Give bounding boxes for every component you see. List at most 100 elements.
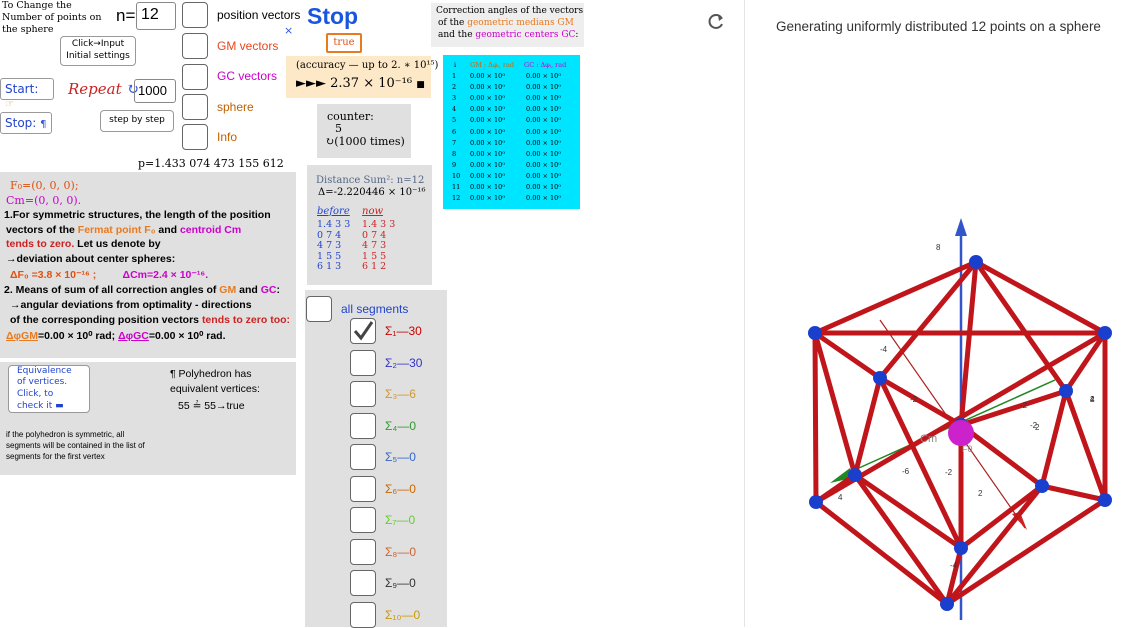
true-button[interactable]: true xyxy=(326,33,362,53)
distance-line2: Δ=-2.220446 × 10⁻¹⁶ xyxy=(318,187,426,198)
polyhedron-edge xyxy=(973,259,1069,394)
correction-title2: of the geometric medians GM xyxy=(438,18,574,28)
info-checkbox[interactable] xyxy=(182,124,208,150)
polyhedron-edge xyxy=(1039,483,1108,503)
now-row: 1.4 3 3 xyxy=(362,219,396,230)
position-vectors-checkbox[interactable] xyxy=(182,2,208,28)
polyhedron-vertex[interactable] xyxy=(808,326,822,340)
info-line1: 1.For symmetric structures, the length o… xyxy=(4,209,271,221)
stop-title[interactable]: Stop xyxy=(307,3,358,30)
polyhedron-edge xyxy=(944,497,1108,607)
segment-checkbox[interactable] xyxy=(350,412,376,439)
segment-label: Σ₇—0 xyxy=(385,513,416,527)
polyhedron-vertex[interactable] xyxy=(954,541,968,555)
segment-checkbox[interactable] xyxy=(350,349,376,376)
segment-checkbox[interactable] xyxy=(350,475,376,502)
view-title: Generating uniformly distributed 12 poin… xyxy=(776,19,1101,34)
segment-checkbox[interactable] xyxy=(350,570,376,596)
segment-checkbox[interactable] xyxy=(350,381,376,407)
correction-cell-i: 9 xyxy=(452,160,457,169)
polyhedron-edge xyxy=(813,499,950,607)
segment-label: Σ₉—0 xyxy=(385,576,416,590)
correction-cell-gm: 0.00 × 10⁰ xyxy=(470,149,505,158)
correction-title3: and the geometric centers GC: xyxy=(438,30,579,40)
step-by-step-button[interactable]: step by step xyxy=(100,110,174,132)
polyhedron-vertex[interactable] xyxy=(848,468,862,482)
polyhedron-edge xyxy=(812,330,819,505)
start-button[interactable]: Start: ☞ xyxy=(0,78,54,110)
polyhedron-vertex[interactable] xyxy=(940,597,954,611)
correction-header-i: i xyxy=(454,61,457,69)
polyhedron-vertex[interactable] xyxy=(1098,326,1112,340)
axis-tick-label: -4 xyxy=(950,561,958,570)
correction-header-gc: GC : Δφᵢ, rad xyxy=(524,61,567,69)
segment-checkbox[interactable] xyxy=(350,538,376,565)
info-line5: ΔF₀ =3.8 × 10⁻¹⁶ ; ΔCm=2.4 × 10⁻¹⁶. xyxy=(10,269,209,281)
axis-tick-label: -2 xyxy=(910,395,918,404)
segment-checkbox[interactable] xyxy=(350,444,376,470)
polyhedron-edge xyxy=(973,259,1108,336)
view-divider xyxy=(744,0,745,627)
correction-cell-i: 7 xyxy=(452,138,457,147)
correction-cell-i: 8 xyxy=(452,149,457,158)
before-row: 6 1 3 xyxy=(317,261,342,272)
input-initial-settings-button[interactable]: Click→Input Initial settings xyxy=(60,36,136,66)
correction-cell-gm: 0.00 × 10⁰ xyxy=(470,105,505,114)
segment-label: Σ₂—30 xyxy=(385,355,423,370)
axis-tick-label: 4 xyxy=(1090,395,1095,404)
segment-label: Σ₄—0 xyxy=(385,418,416,433)
accuracy-line1: (accuracy — up to 2. ∗ 10¹⁵) xyxy=(296,60,439,71)
correction-cell-gm: 0.00 × 10⁰ xyxy=(470,160,505,169)
gc-vectors-checkbox[interactable] xyxy=(182,64,208,90)
info-label: Info xyxy=(217,130,238,144)
n-label: n= xyxy=(116,6,136,25)
polyhedron-vertex[interactable] xyxy=(969,255,983,269)
correction-header-gm: GM : Δφᵢ, rad xyxy=(470,61,514,69)
segment-checkbox[interactable] xyxy=(350,507,376,533)
now-column: 1.4 3 30 7 44 7 31 5 56 1 2 xyxy=(362,219,396,273)
n-input[interactable]: 12 xyxy=(136,2,176,30)
polyhedron-vertex[interactable] xyxy=(809,495,823,509)
polyhedron-vertex[interactable] xyxy=(1035,479,1049,493)
before-label: before xyxy=(317,206,350,217)
segment-checkbox[interactable] xyxy=(350,318,376,344)
refresh-icon[interactable] xyxy=(706,12,726,32)
axis-tick-label: 8 xyxy=(936,243,941,252)
correction-cell-gc: 0.00 × 10⁰ xyxy=(526,138,561,147)
stop-small-button[interactable]: Stop: ¶ xyxy=(0,112,52,134)
gm-vectors-checkbox[interactable] xyxy=(182,33,208,59)
correction-cell-i: 10 xyxy=(452,171,461,180)
fo-label: F0 xyxy=(962,444,973,454)
polyhedron-edge xyxy=(812,259,979,336)
close-icon[interactable]: × xyxy=(284,24,293,37)
info-line8: of the corresponding position vectors te… xyxy=(10,314,291,326)
checkmark-icon xyxy=(353,321,374,341)
polyhedron-vertex[interactable] xyxy=(873,371,887,385)
correction-cell-gm: 0.00 × 10⁰ xyxy=(470,138,505,147)
segment-label: Σ₁₀—0 xyxy=(385,607,421,622)
correction-cell-i: 5 xyxy=(452,116,457,125)
counter-times: ↻(1000 times) xyxy=(325,135,405,148)
info-line9: ΔφGM=0.00 × 10⁰ rad; ΔφGC=0.00 × 10⁰ rad… xyxy=(6,330,226,342)
axis-tick-label: 2 xyxy=(1035,423,1040,432)
all-segments-checkbox[interactable] xyxy=(306,296,332,322)
equivalence-button[interactable]: Equivalence of vertices. Click, to check… xyxy=(8,365,90,413)
correction-cell-gc: 0.00 × 10⁰ xyxy=(526,83,561,92)
change-number-label: To Change the Number of points on the sp… xyxy=(2,0,102,35)
polyhedron-vertex[interactable] xyxy=(1098,493,1112,507)
before-column: 1.4 3 30 7 44 7 31 5 56 1 3 xyxy=(317,219,350,273)
axis-tick-label: -6 xyxy=(902,467,910,476)
correction-cell-gc: 0.00 × 10⁰ xyxy=(526,160,561,169)
repeat-input[interactable]: 1000 xyxy=(134,79,176,103)
correction-cell-gc: 0.00 × 10⁰ xyxy=(526,171,561,180)
sphere-checkbox[interactable] xyxy=(182,94,208,120)
segment-checkbox[interactable] xyxy=(350,601,376,628)
polyhedron-vertex[interactable] xyxy=(1059,384,1073,398)
axis-tick-label: -4 xyxy=(880,345,888,354)
correction-cell-i: 3 xyxy=(452,94,457,103)
stop-small-label: Stop: xyxy=(5,116,37,130)
info-line2: vectors of the Fermat point F₀ and centr… xyxy=(6,224,242,236)
correction-cell-gc: 0.00 × 10⁰ xyxy=(526,127,561,136)
hand-pointer-icon: ☞ xyxy=(5,99,14,110)
polyhedron-view[interactable]: Cm F0 8-4-2 24-2-4-6-224-224 xyxy=(746,40,1134,627)
